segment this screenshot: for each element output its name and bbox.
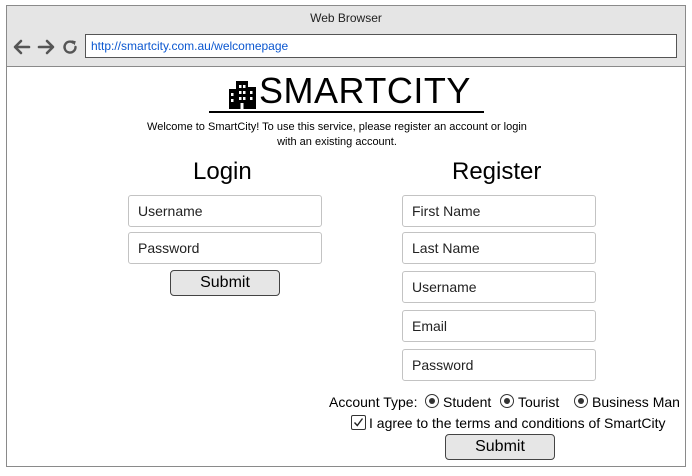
page-content: SMARTCITY Welcome to SmartCity! To use t…: [7, 67, 685, 466]
brand-logo: SMARTCITY: [209, 71, 484, 113]
radio-icon: [574, 394, 588, 408]
terms-label: I agree to the terms and conditions of S…: [369, 415, 666, 431]
terms-checkbox[interactable]: [351, 415, 366, 430]
register-first-name-input[interactable]: [402, 195, 596, 227]
login-username-input[interactable]: [128, 195, 322, 227]
arrow-left-icon[interactable]: [13, 38, 31, 56]
register-username-input[interactable]: [402, 271, 596, 303]
welcome-line-2: with an existing account.: [277, 136, 397, 148]
welcome-line-1: Welcome to SmartCity! To use this servic…: [147, 121, 527, 133]
brand-name: SMARTCITY: [259, 70, 471, 111]
browser-toolbar: http://smartcity.com.au/welcomepage: [7, 30, 685, 67]
register-last-name-input[interactable]: [402, 232, 596, 264]
radio-icon: [500, 394, 514, 408]
reload-icon[interactable]: [61, 38, 79, 56]
login-heading: Login: [193, 158, 252, 185]
window-title: Web Browser: [7, 6, 685, 30]
arrow-right-icon[interactable]: [37, 38, 55, 56]
register-email-input[interactable]: [402, 310, 596, 342]
account-type-label: Account Type:: [329, 394, 418, 410]
radio-icon: [425, 394, 439, 408]
address-bar[interactable]: http://smartcity.com.au/welcomepage: [85, 34, 677, 58]
browser-window: Web Browser http://smartcity.com.au/welc…: [6, 5, 686, 467]
register-heading: Register: [452, 158, 542, 185]
register-submit-button[interactable]: Submit: [445, 434, 555, 460]
register-password-input[interactable]: [402, 349, 596, 381]
building-icon: [227, 79, 257, 109]
login-password-input[interactable]: [128, 232, 322, 264]
checkmark-icon: [353, 418, 364, 427]
login-submit-button[interactable]: Submit: [170, 270, 280, 296]
welcome-message: Welcome to SmartCity! To use this servic…: [147, 120, 527, 150]
